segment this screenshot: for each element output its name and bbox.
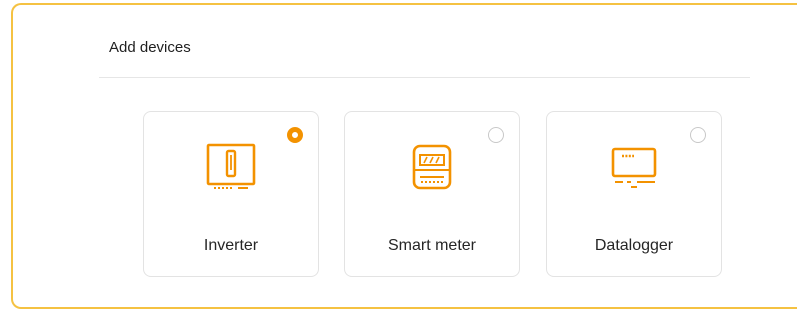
section-title: Add devices xyxy=(109,39,191,56)
device-label-inverter: Inverter xyxy=(203,237,259,254)
device-label-smart-meter: Smart meter xyxy=(387,237,476,254)
datalogger-icon xyxy=(611,147,657,188)
device-card-smart-meter[interactable]: Smart meter xyxy=(344,111,520,277)
datalogger-radio[interactable] xyxy=(690,127,706,143)
smart-meter-icon xyxy=(412,144,452,190)
device-label-datalogger: Datalogger xyxy=(594,237,674,254)
divider xyxy=(99,77,750,78)
device-card-inverter[interactable]: Inverter xyxy=(143,111,319,277)
device-card-datalogger[interactable]: Datalogger xyxy=(546,111,722,277)
smart-meter-radio[interactable] xyxy=(488,127,504,143)
inverter-icon xyxy=(206,143,256,189)
inverter-radio[interactable] xyxy=(287,127,303,143)
